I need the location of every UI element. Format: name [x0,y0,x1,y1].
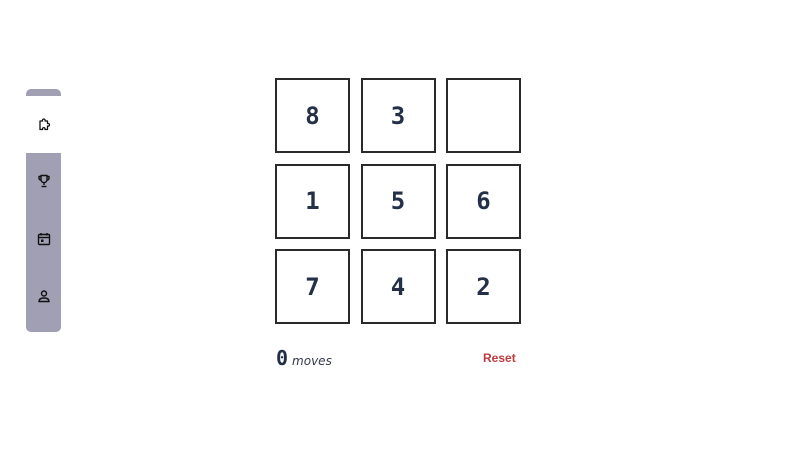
moves-counter: 0 moves [276,346,332,370]
tile-number: 7 [305,272,320,301]
tile-number: 4 [390,272,406,301]
tile-number: 2 [476,272,491,301]
nav-profile[interactable] [26,276,61,316]
nav-calendar[interactable] [26,219,61,259]
puzzle-tile[interactable]: 6 [446,163,521,239]
trophy-icon [37,174,50,188]
moves-label: moves [292,354,332,368]
user-icon [37,290,50,303]
puzzle-board: 8 3 1 5 6 7 4 2 [275,78,525,328]
tile-number: 6 [476,187,491,215]
tile-number: 5 [390,187,406,215]
reset-button[interactable]: Reset [483,351,516,365]
puzzle-tile[interactable]: 5 [360,163,436,239]
nav-trophy[interactable] [26,161,61,201]
sidebar [26,89,61,332]
tile-number: 3 [390,101,406,130]
nav-puzzle[interactable] [26,96,61,153]
moves-count: 0 [276,346,289,370]
puzzle-page: 8 3 1 5 6 7 4 2 0 moves Reset [0,0,800,450]
tile-number: 8 [305,101,320,130]
puzzle-tile[interactable]: 3 [360,78,436,153]
calendar-icon [37,233,50,246]
puzzle-icon [38,117,50,130]
empty-tile[interactable] [446,78,521,153]
puzzle-tile[interactable]: 1 [275,163,350,239]
puzzle-tile[interactable]: 2 [446,249,521,324]
puzzle-tile[interactable]: 4 [360,249,436,324]
puzzle-tile[interactable]: 7 [275,249,350,324]
tile-number: 1 [305,187,320,215]
puzzle-tile[interactable]: 8 [275,78,350,153]
